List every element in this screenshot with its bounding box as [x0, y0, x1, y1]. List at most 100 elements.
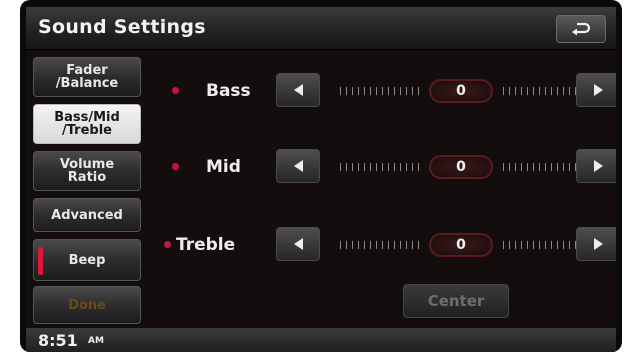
back-arrow-icon — [572, 22, 591, 36]
scale-ticks-right — [503, 162, 582, 172]
scale-tick — [533, 241, 534, 249]
scale-tick — [400, 163, 401, 171]
scale-tick — [388, 163, 389, 171]
scale-tick — [503, 163, 504, 171]
scale-tick — [515, 241, 516, 249]
scale-tick — [388, 241, 389, 249]
sidebar-item-label: Bass/Mid /Treble — [54, 110, 120, 138]
scale-tick — [545, 163, 546, 171]
scale-tick — [352, 163, 353, 171]
scale-tick — [376, 163, 377, 171]
scale-tick — [394, 87, 395, 95]
sidebar-item-label: Volume Ratio — [59, 157, 115, 185]
scale-ticks-left — [340, 162, 419, 172]
scale-tick — [340, 87, 341, 95]
bullet-dot — [172, 163, 179, 170]
sidebar-item-bass-mid-treble[interactable]: Bass/Mid /Treble — [33, 104, 141, 144]
mid-decrease-button[interactable] — [276, 149, 320, 183]
head-unit-frame: Sound Settings Fader /Balance Bass/Mid /… — [20, 0, 622, 352]
status-bar: 8:51 AM — [26, 328, 616, 352]
sidebar-item-label: Beep — [68, 252, 106, 268]
left-triangle-icon — [293, 238, 303, 250]
scale-tick — [364, 241, 365, 249]
sidebar-item-advanced[interactable]: Advanced — [33, 198, 141, 232]
mid-value: 0 — [429, 155, 493, 179]
bullet-dot — [164, 241, 171, 248]
treble-value: 0 — [429, 233, 493, 257]
scale-tick — [400, 241, 401, 249]
scale-tick — [412, 241, 413, 249]
scale-tick — [509, 87, 510, 95]
page-title: Sound Settings — [38, 16, 206, 38]
bass-decrease-button[interactable] — [276, 73, 320, 107]
treble-control-row: Treble 0 — [164, 225, 616, 265]
scale-tick — [503, 241, 504, 249]
scale-tick — [527, 87, 528, 95]
scale-tick — [551, 241, 552, 249]
scale-tick — [376, 87, 377, 95]
scale-tick — [412, 163, 413, 171]
scale-ticks-right — [503, 240, 582, 250]
sidebar-item-beep[interactable]: Beep — [33, 239, 141, 281]
treble-decrease-button[interactable] — [276, 227, 320, 261]
scale-tick — [503, 87, 504, 95]
mid-increase-button[interactable] — [576, 149, 616, 183]
scale-tick — [370, 163, 371, 171]
scale-tick — [521, 163, 522, 171]
left-triangle-icon — [293, 160, 303, 172]
sidebar-item-label: Advanced — [51, 207, 123, 223]
clock-time: 8:51 — [38, 331, 78, 350]
scale-tick — [394, 163, 395, 171]
scale-tick — [551, 163, 552, 171]
done-button[interactable]: Done — [33, 286, 141, 324]
scale-tick — [545, 87, 546, 95]
beep-status-indicator — [38, 247, 43, 275]
treble-label: Treble — [176, 235, 236, 255]
scale-tick — [340, 241, 341, 249]
done-label: Done — [68, 297, 106, 313]
bass-increase-button[interactable] — [576, 73, 616, 107]
scale-tick — [551, 87, 552, 95]
scale-tick — [346, 163, 347, 171]
scale-tick — [527, 241, 528, 249]
scale-tick — [539, 163, 540, 171]
bass-label: Bass — [206, 81, 251, 101]
scale-tick — [527, 163, 528, 171]
mid-control-row: Mid 0 — [166, 147, 616, 187]
back-button[interactable] — [556, 15, 606, 43]
sidebar-item-volume-ratio[interactable]: Volume Ratio — [33, 151, 141, 191]
scale-tick — [418, 87, 419, 95]
right-triangle-icon — [593, 238, 603, 250]
scale-tick — [521, 87, 522, 95]
scale-tick — [569, 163, 570, 171]
scale-tick — [394, 241, 395, 249]
right-triangle-icon — [593, 160, 603, 172]
scale-tick — [533, 163, 534, 171]
sidebar-item-fader-balance[interactable]: Fader /Balance — [33, 57, 141, 97]
bass-value: 0 — [429, 79, 493, 103]
scale-tick — [539, 241, 540, 249]
scale-tick — [533, 87, 534, 95]
scale-tick — [569, 241, 570, 249]
scale-tick — [563, 163, 564, 171]
screen: Sound Settings Fader /Balance Bass/Mid /… — [26, 7, 616, 352]
scale-tick — [358, 163, 359, 171]
scale-tick — [382, 87, 383, 95]
scale-tick — [412, 87, 413, 95]
scale-tick — [406, 163, 407, 171]
scale-tick — [364, 163, 365, 171]
scale-tick — [521, 241, 522, 249]
treble-increase-button[interactable] — [576, 227, 616, 261]
header-bar: Sound Settings — [26, 7, 616, 50]
scale-tick — [569, 87, 570, 95]
scale-tick — [370, 241, 371, 249]
scale-tick — [418, 241, 419, 249]
center-button[interactable]: Center — [403, 284, 509, 318]
scale-ticks-left — [340, 240, 419, 250]
scale-tick — [352, 241, 353, 249]
scale-tick — [563, 241, 564, 249]
left-triangle-icon — [293, 84, 303, 96]
scale-tick — [346, 87, 347, 95]
scale-tick — [382, 163, 383, 171]
scale-tick — [346, 241, 347, 249]
